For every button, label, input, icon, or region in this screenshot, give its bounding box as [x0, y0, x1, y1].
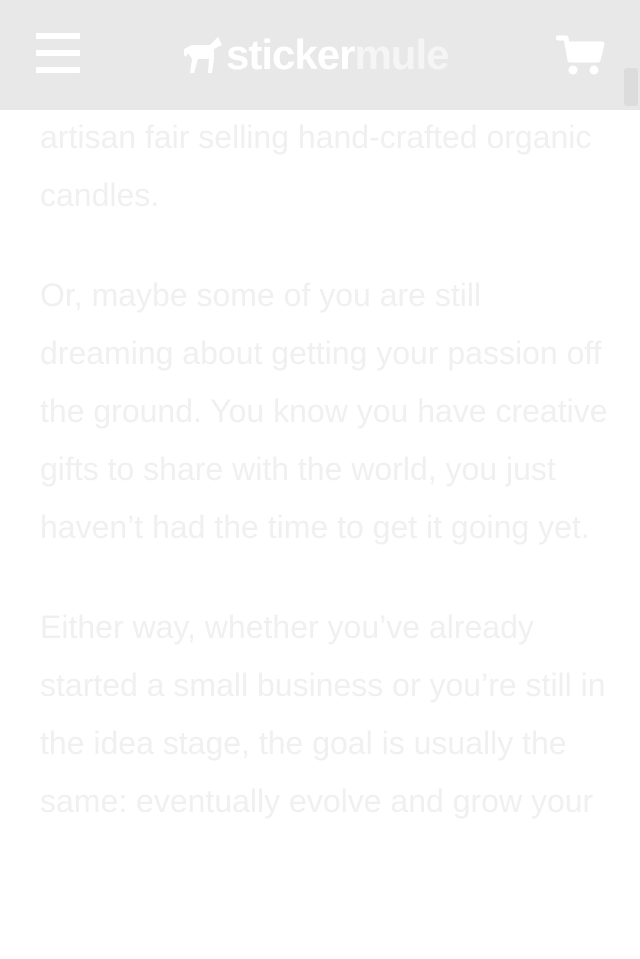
stickermule-logo-link[interactable]: stickermule [180, 30, 449, 80]
article-paragraph-1: artisan fair selling hand-crafted organi… [40, 119, 592, 213]
page: stickermule artisan fair selling hand-cr… [0, 0, 640, 959]
top-navigation-bar: stickermule [0, 0, 640, 110]
cart-button[interactable] [555, 34, 606, 78]
mule-logo-icon [184, 37, 222, 73]
logo-text-sticker: sticker [226, 31, 355, 78]
logo-text-mule: mule [354, 31, 449, 78]
scrollbar-thumb[interactable] [624, 68, 638, 106]
hamburger-menu-button[interactable] [36, 33, 82, 73]
article-paragraph-2: Or, maybe some of you are still dreaming… [40, 277, 608, 545]
shopping-cart-icon [555, 35, 605, 75]
article-paragraph-3: Either way, whether you’ve already start… [40, 609, 606, 819]
article-body: artisan fair selling hand-crafted organi… [40, 108, 610, 872]
logo-wordmark: stickermule [226, 31, 449, 78]
